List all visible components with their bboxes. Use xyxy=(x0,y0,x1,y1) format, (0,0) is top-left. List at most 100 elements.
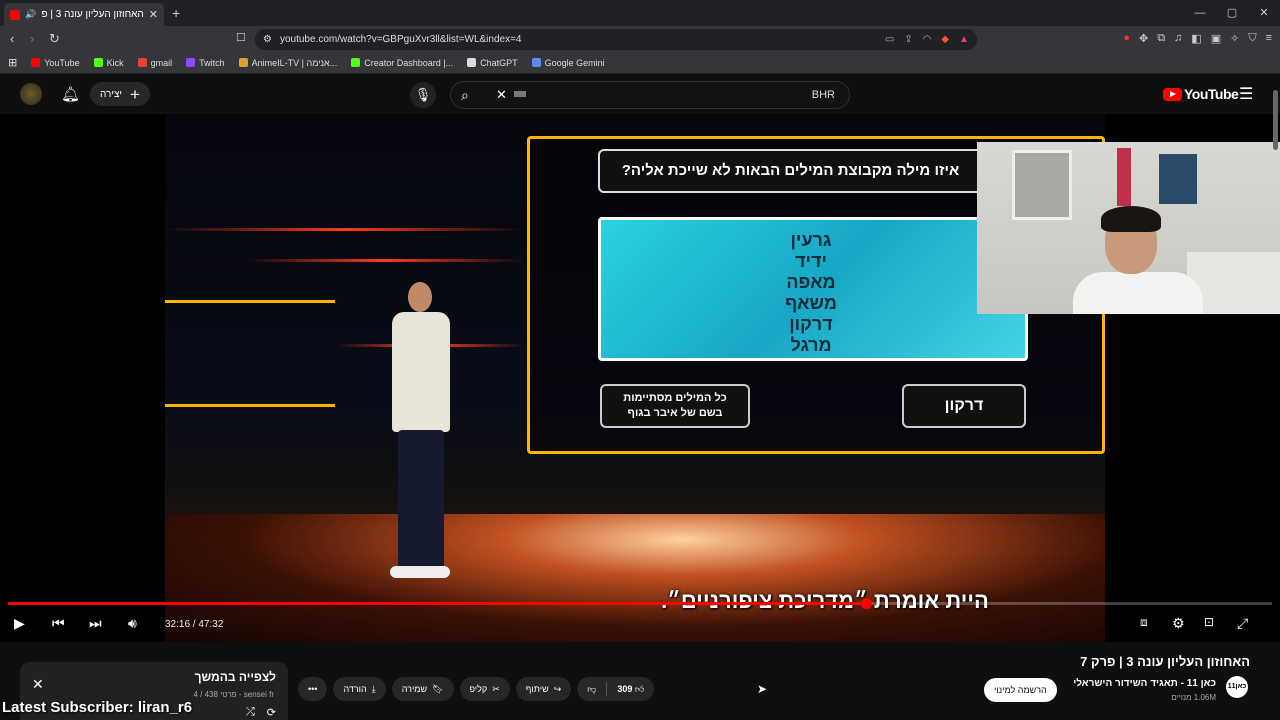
shuffle-icon[interactable]: ⤮ xyxy=(246,706,255,719)
channel-name[interactable]: כאן 11 - תאגיד השידור הישראלי xyxy=(1073,678,1216,689)
close-window-button[interactable]: ✕ xyxy=(1248,0,1280,26)
sidebar-icon[interactable]: ◧ xyxy=(1191,32,1201,45)
extensions-icon[interactable]: ✥ xyxy=(1139,32,1148,45)
cast-icon[interactable]: ▭ xyxy=(885,34,894,45)
clip-button[interactable]: ✂ קליפ xyxy=(459,677,510,701)
progress-scrubber[interactable] xyxy=(860,598,872,609)
maximize-button[interactable]: ▢ xyxy=(1216,0,1248,26)
reload-icon[interactable]: ↻ xyxy=(49,31,60,47)
stage-light-stripe xyxy=(245,259,525,262)
create-button[interactable]: יצירה + xyxy=(90,82,150,106)
player-controls: ▶ ⏮ ⏭ 🔊︎ 32:16 / 47:32 ⧈ ⚙ ⊡ ⤢ xyxy=(0,612,1280,640)
browser-tab[interactable]: 🔊 האחוזון העליון עונה 3 | פרק 7 ✕ xyxy=(4,3,164,26)
share-button[interactable]: ↪ שיתוף xyxy=(515,677,572,701)
dislike-button[interactable]: 👎︎ xyxy=(577,684,606,695)
quiz-word: משאף xyxy=(785,293,837,313)
bookmark-icon[interactable]: ☐ xyxy=(236,31,246,44)
leo-icon[interactable]: ✧ xyxy=(1230,32,1239,45)
music-icon[interactable]: ♫ xyxy=(1174,32,1182,45)
url-text: youtube.com/watch?v=GBPguXvr3ll&list=WL&… xyxy=(279,34,522,45)
browser-menu-icon[interactable]: ≡ xyxy=(1266,32,1272,45)
brave-shield-icon[interactable]: ◆ xyxy=(941,34,949,45)
audio-playing-icon[interactable]: 🔊 xyxy=(25,9,36,20)
forward-icon[interactable]: › xyxy=(30,31,34,46)
keyboard-icon[interactable] xyxy=(514,91,526,97)
bookmark-gmail[interactable]: gmail xyxy=(137,58,172,68)
download-icon: ⤓ xyxy=(371,683,376,694)
page-scrollbar[interactable] xyxy=(1273,90,1278,150)
screenshot-icon[interactable]: ⧉ xyxy=(1157,32,1165,45)
playlist-title[interactable]: לצפייה בהמשך xyxy=(195,670,276,684)
fullscreen-icon[interactable]: ⤢ xyxy=(1237,615,1248,632)
minimize-button[interactable]: — xyxy=(1184,0,1216,26)
tab-close-icon[interactable]: ✕ xyxy=(149,8,158,21)
webcam-overlay xyxy=(977,142,1280,314)
address-bar[interactable]: ⚙ youtube.com/watch?v=GBPguXvr3ll&list=W… xyxy=(255,29,977,50)
share-icon[interactable]: ⇪ xyxy=(904,34,912,45)
bookmarks-bar: ⊞ YouTube Kick gmail Twitch AnimeIL-TV |… xyxy=(0,52,1280,74)
loop-icon[interactable]: ⟳ xyxy=(267,706,276,719)
save-button[interactable]: 🔖︎ שמירה xyxy=(391,677,454,701)
share-arrow-icon: ↪ xyxy=(553,683,562,694)
gmail-icon xyxy=(137,58,147,67)
bookmark-animeil[interactable]: AnimeIL-TV | אנימה... xyxy=(238,58,337,68)
bookmark-icon: 🔖︎ xyxy=(432,683,444,694)
close-playlist-icon[interactable]: ✕ xyxy=(32,676,44,693)
bookmark-youtube[interactable]: YouTube xyxy=(31,58,80,68)
next-icon[interactable]: ⏭ xyxy=(89,615,102,632)
guide-menu-icon[interactable]: ☰ xyxy=(1239,84,1253,104)
youtube-logo[interactable]: YouTube xyxy=(1163,86,1239,102)
answer-left-line2: בשם של איבר בגוף xyxy=(627,407,723,419)
person-head xyxy=(408,282,432,312)
notifications-bell-icon[interactable]: 🔔︎ xyxy=(61,85,80,103)
mouse-cursor-icon: ➤ xyxy=(757,682,768,696)
stage-light-stripe xyxy=(165,300,335,303)
progress-bar[interactable] xyxy=(8,598,1272,609)
search-input[interactable]: BHR xyxy=(812,89,835,101)
youtube-logo-text: YouTube xyxy=(1184,86,1239,102)
rewards-icon[interactable]: ▲ xyxy=(959,34,969,45)
youtube-header: 🔔︎ יצירה + 🎙︎ ⌕ ✕ BHR YouTube ☰ xyxy=(0,74,1280,114)
bookmark-creator-dashboard[interactable]: Creator Dashboard |... xyxy=(351,58,453,68)
channel-avatar[interactable]: כאן11 xyxy=(1226,676,1248,698)
new-tab-button[interactable]: + xyxy=(172,5,180,21)
clear-search-icon[interactable]: ✕ xyxy=(496,87,507,103)
person-shirt xyxy=(392,312,450,432)
video-subtitle: היית אומרת ״מדריכת ציפורניים״. xyxy=(661,588,989,613)
bookmark-twitch[interactable]: Twitch xyxy=(186,58,225,68)
subscribe-button[interactable]: הרשמה למינוי xyxy=(984,678,1057,702)
video-player[interactable]: איזו מילה מקבוצת המילים הבאות לא שייכת א… xyxy=(0,114,1280,642)
bookmark-chatgpt[interactable]: ChatGPT xyxy=(467,58,518,68)
voice-search-mic-icon[interactable]: 🎙︎ xyxy=(410,82,436,108)
video-frame[interactable]: איזו מילה מקבוצת המילים הבאות לא שייכת א… xyxy=(165,114,1105,642)
apps-icon[interactable]: ⊞ xyxy=(8,56,17,69)
video-title: האחוזון העליון עונה 3 | פרק 7 xyxy=(1080,654,1250,669)
download-button[interactable]: ⤓ הורדה xyxy=(333,677,386,701)
settings-gear-icon[interactable]: ⚙ xyxy=(1172,615,1185,632)
rss-icon[interactable]: ◠ xyxy=(923,34,932,45)
previous-icon[interactable]: ⏮ xyxy=(52,615,65,632)
quiz-question: איזו מילה מקבוצת המילים הבאות לא שייכת א… xyxy=(598,149,983,193)
subtitles-icon[interactable]: ⧈ xyxy=(1140,615,1148,630)
search-box[interactable]: ⌕ ✕ BHR xyxy=(450,81,850,109)
volume-icon[interactable]: 🔊︎ xyxy=(128,615,137,632)
gemini-icon xyxy=(531,58,541,67)
avatar[interactable] xyxy=(20,83,42,105)
theater-mode-icon[interactable]: ⊡ xyxy=(1204,615,1214,629)
record-icon[interactable]: ● xyxy=(1123,32,1130,45)
vpn-icon[interactable]: ⛉ xyxy=(1248,32,1256,45)
play-icon[interactable]: ▶ xyxy=(14,615,25,632)
wallet-icon[interactable]: ▣ xyxy=(1211,32,1221,45)
site-info-icon[interactable]: ⚙ xyxy=(263,34,272,45)
wall-poster xyxy=(1159,154,1197,204)
search-icon[interactable]: ⌕ xyxy=(461,87,469,104)
bookmark-gemini[interactable]: Google Gemini xyxy=(531,58,605,68)
browser-nav-bar: ‹ › ↻ ☐ ⚙ youtube.com/watch?v=GBPguXvr3l… xyxy=(0,26,1280,52)
chatgpt-icon xyxy=(467,58,477,67)
like-button[interactable]: 309 👍︎ xyxy=(607,684,654,695)
youtube-logo-icon xyxy=(1163,87,1182,101)
more-actions-button[interactable]: ••• xyxy=(298,677,328,701)
bookmark-kick[interactable]: Kick xyxy=(93,58,124,68)
youtube-icon xyxy=(31,58,41,67)
back-icon[interactable]: ‹ xyxy=(10,31,14,46)
